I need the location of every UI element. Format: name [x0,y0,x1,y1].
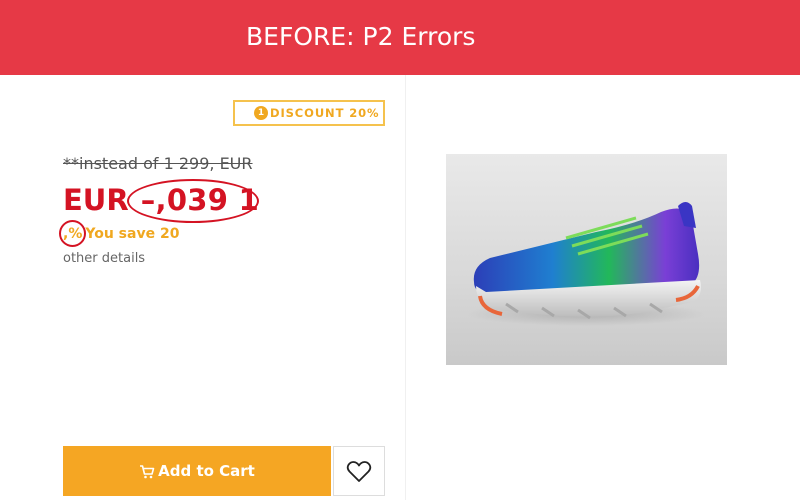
product-image [446,154,727,365]
discount-label: DISCOUNT 20% [270,106,380,120]
header-banner: BEFORE: P2 Errors [0,0,800,75]
column-divider [405,75,406,500]
error-highlight-price [127,179,259,223]
discount-badge: 1 DISCOUNT 20% [233,100,385,126]
add-to-cart-button[interactable]: Add to Cart [63,446,331,496]
old-price: **instead of 1 299, EUR [63,154,253,173]
coin-icon: 1 [254,106,268,120]
price-currency: EUR [63,183,129,217]
add-to-cart-label: Add to Cart [158,462,255,480]
cart-icon [139,464,155,479]
other-details-link[interactable]: other details [63,251,145,266]
heart-icon [346,460,372,482]
error-highlight-percent [59,220,86,247]
banner-title: BEFORE: P2 Errors [246,22,476,51]
sneaker-image [466,202,706,326]
savings-text: You save 20 [85,226,180,242]
wishlist-button[interactable] [333,446,385,496]
